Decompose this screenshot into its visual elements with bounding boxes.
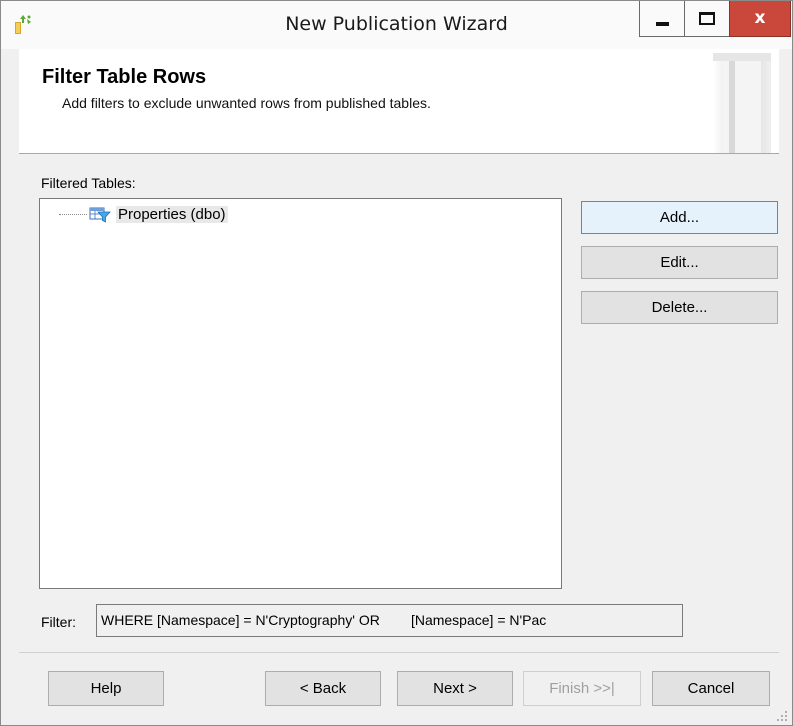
- filtered-tables-tree[interactable]: Properties (dbo): [39, 198, 562, 589]
- page-title: Filter Table Rows: [42, 66, 207, 88]
- next-button[interactable]: Next >: [397, 671, 513, 706]
- wizard-banner-graphic: [713, 53, 771, 153]
- maximize-button[interactable]: [684, 1, 730, 37]
- tree-connector: [59, 213, 87, 215]
- close-icon: x: [754, 8, 766, 28]
- edit-button[interactable]: Edit...: [581, 246, 778, 279]
- minimize-button[interactable]: [639, 1, 685, 37]
- filter-text-field[interactable]: WHERE [Namespace] = N'Cryptography' OR […: [96, 604, 683, 637]
- finish-button[interactable]: Finish >>|: [523, 671, 641, 706]
- cancel-button[interactable]: Cancel: [652, 671, 770, 706]
- maximize-icon: [699, 12, 715, 25]
- help-button[interactable]: Help: [48, 671, 164, 706]
- back-button[interactable]: < Back: [265, 671, 381, 706]
- add-button[interactable]: Add...: [581, 201, 778, 234]
- filter-label: Filter:: [41, 614, 76, 630]
- wizard-window: New Publication Wizard x Filter Table Ro…: [0, 0, 793, 726]
- page-header: Filter Table Rows Add filters to exclude…: [19, 49, 779, 154]
- resize-grip-icon[interactable]: [776, 710, 788, 722]
- minimize-icon: [655, 21, 669, 26]
- close-button[interactable]: x: [729, 1, 791, 37]
- tree-item-label: Properties (dbo): [116, 205, 228, 223]
- title-bar[interactable]: New Publication Wizard x: [1, 1, 792, 49]
- delete-button[interactable]: Delete...: [581, 291, 778, 324]
- tree-item-properties[interactable]: Properties (dbo): [59, 205, 228, 223]
- filtered-tables-label: Filtered Tables:: [41, 175, 136, 191]
- page-subtitle: Add filters to exclude unwanted rows fro…: [62, 95, 431, 111]
- filtered-table-icon: [89, 207, 111, 223]
